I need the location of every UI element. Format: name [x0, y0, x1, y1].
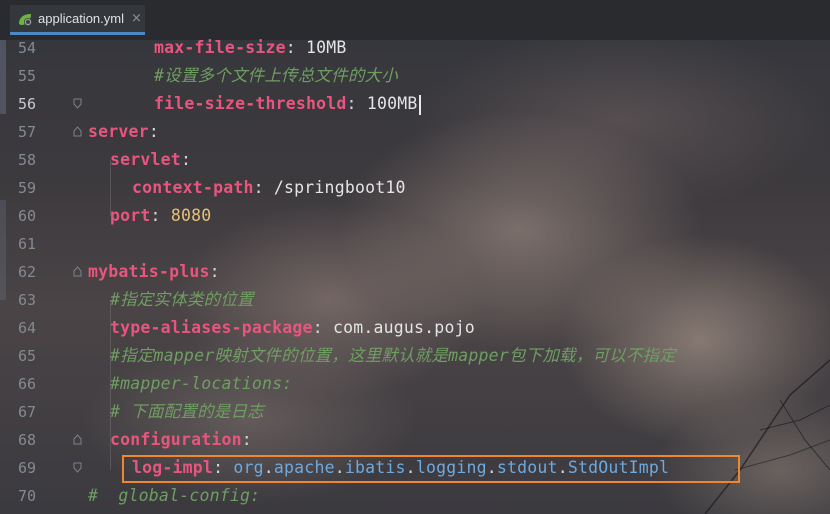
- code-comment: #指定mapper映射文件的位置，这里默认就是mapper包下加载，可以不指定: [110, 346, 676, 365]
- code-text: port: 8080: [110, 206, 212, 225]
- code-comment: #设置多个文件上传总文件的大小: [154, 66, 398, 85]
- code-line[interactable]: 60 port: 8080: [0, 202, 830, 230]
- line-number: 62: [17, 263, 36, 281]
- fold-start-icon[interactable]: [73, 126, 82, 137]
- code-line[interactable]: 57 server:: [0, 118, 830, 146]
- line-number: 65: [17, 347, 36, 365]
- fold-end-icon[interactable]: [73, 462, 82, 473]
- line-number: 58: [17, 151, 36, 169]
- code-line[interactable]: 68 configuration:: [0, 426, 830, 454]
- code-line[interactable]: 65 #指定mapper映射文件的位置，这里默认就是mapper包下加载，可以不…: [0, 342, 830, 370]
- code-text: mybatis-plus:: [88, 262, 220, 281]
- code-text: servlet:: [110, 150, 192, 169]
- line-number: 70: [17, 487, 36, 505]
- code-line-current[interactable]: 56 file-size-threshold: 100MB: [0, 90, 830, 118]
- code-line[interactable]: 55 #设置多个文件上传总文件的大小: [0, 62, 830, 90]
- line-number: 69: [17, 459, 36, 477]
- line-number: 61: [17, 235, 36, 253]
- code-line-empty[interactable]: 61: [0, 230, 830, 258]
- code-comment: #指定实体类的位置: [110, 290, 254, 309]
- fold-start-icon[interactable]: [73, 266, 82, 277]
- line-number: 59: [17, 179, 36, 197]
- tab-filename: application.yml: [38, 11, 124, 26]
- code-text: configuration:: [110, 430, 252, 449]
- code-text: file-size-threshold: 100MB: [154, 90, 421, 118]
- spring-leaf-icon: [16, 10, 34, 28]
- code-line[interactable]: 70 # global-config:: [0, 482, 830, 510]
- code-comment: # 下面配置的是日志: [110, 402, 264, 421]
- line-number: 68: [17, 431, 36, 449]
- tab-close-icon[interactable]: ×: [131, 11, 142, 26]
- line-number: 57: [17, 123, 36, 141]
- fold-start-icon[interactable]: [73, 434, 82, 445]
- annotation-highlight-box: [122, 455, 740, 483]
- editor-window: application.yml × 54 max-file-size: 10MB…: [0, 0, 830, 514]
- tab-application-yml[interactable]: application.yml ×: [10, 5, 145, 35]
- code-line[interactable]: 58 servlet:: [0, 146, 830, 174]
- code-text: type-aliases-package: com.augus.pojo: [110, 318, 475, 337]
- code-text: server:: [88, 122, 159, 141]
- fold-end-icon[interactable]: [73, 98, 82, 109]
- line-number: 56: [17, 95, 36, 113]
- line-number: 60: [17, 207, 36, 225]
- text-caret: [418, 94, 421, 115]
- line-number: 64: [17, 319, 36, 337]
- code-comment: # global-config:: [88, 486, 261, 505]
- line-number: 54: [17, 39, 36, 57]
- line-number: 55: [17, 67, 36, 85]
- code-text: max-file-size: 10MB: [154, 38, 347, 57]
- code-line[interactable]: 66 #mapper-locations:: [0, 370, 830, 398]
- code-line[interactable]: 67 # 下面配置的是日志: [0, 398, 830, 426]
- code-line[interactable]: 62 mybatis-plus:: [0, 258, 830, 286]
- code-line[interactable]: 64 type-aliases-package: com.augus.pojo: [0, 314, 830, 342]
- code-line[interactable]: 63 #指定实体类的位置: [0, 286, 830, 314]
- code-line[interactable]: 59 context-path: /springboot10: [0, 174, 830, 202]
- line-number: 66: [17, 375, 36, 393]
- code-line[interactable]: 54 max-file-size: 10MB: [0, 34, 830, 62]
- line-number: 63: [17, 291, 36, 309]
- code-comment: #mapper-locations:: [110, 374, 293, 393]
- code-text: context-path: /springboot10: [132, 178, 406, 197]
- line-number: 67: [17, 403, 36, 421]
